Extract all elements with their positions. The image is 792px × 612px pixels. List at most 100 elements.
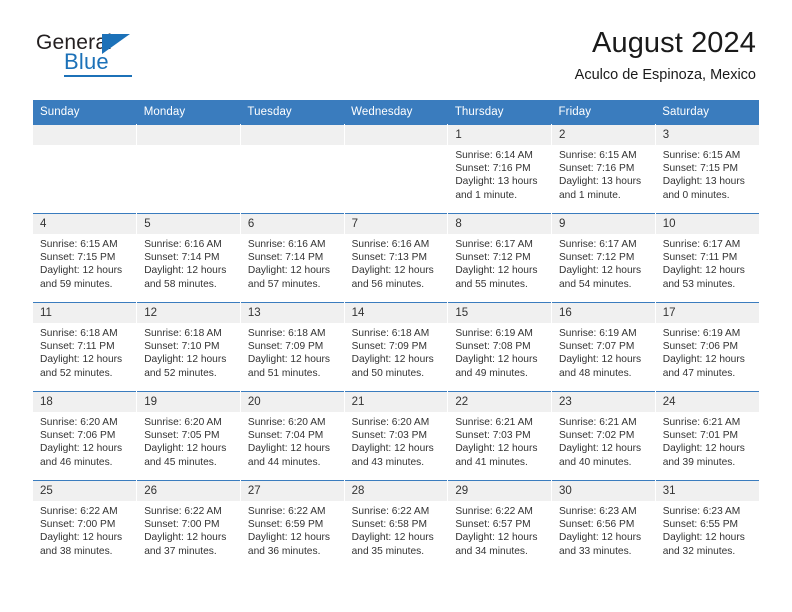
- calendar-day-cell[interactable]: 11 Sunrise: 6:18 AM Sunset: 7:11 PM Dayligh…: [33, 302, 138, 392]
- day-detail-line: Daylight: 12 hours: [40, 532, 123, 544]
- day-number: 24: [655, 392, 759, 412]
- day-detail-line: Sunset: 7:15 PM: [40, 252, 116, 264]
- calendar-day-cell[interactable]: 30 Sunrise: 6:23 AM Sunset: 6:56 PM Dayligh…: [551, 480, 656, 570]
- day-detail-line: and 1 minute.: [559, 189, 621, 201]
- day-detail-line: Sunrise: 6:16 AM: [247, 239, 326, 250]
- calendar-day-cell-empty: [33, 124, 138, 214]
- day-number: 26: [137, 481, 240, 501]
- day-details: Sunrise: 6:16 AM Sunset: 7:14 PM Daylight:…: [241, 234, 344, 291]
- day-detail-line: and 51 minutes.: [247, 367, 321, 379]
- calendar-day-cell[interactable]: 18 Sunrise: 6:20 AM Sunset: 7:06 PM Dayligh…: [33, 391, 138, 481]
- day-details: Sunrise: 6:20 AM Sunset: 7:03 PM Daylight:…: [345, 412, 448, 469]
- day-details: Sunrise: 6:22 AM Sunset: 7:00 PM Daylight:…: [137, 501, 240, 558]
- day-details: Sunrise: 6:22 AM Sunset: 6:59 PM Daylight:…: [241, 501, 344, 558]
- weekday-header-sunday: Sunday: [33, 100, 137, 125]
- day-detail-line: Sunrise: 6:19 AM: [455, 328, 533, 339]
- calendar-day-cell[interactable]: 28 Sunrise: 6:22 AM Sunset: 6:58 PM Dayligh…: [344, 480, 449, 570]
- day-number: 6: [240, 214, 344, 234]
- day-detail-line: Daylight: 12 hours: [559, 354, 642, 366]
- calendar-day-cell[interactable]: 26 Sunrise: 6:22 AM Sunset: 7:00 PM Dayligh…: [136, 480, 241, 570]
- day-detail-line: Sunset: 7:10 PM: [144, 341, 220, 353]
- day-detail-line: and 37 minutes.: [144, 545, 217, 557]
- calendar-day-cell[interactable]: 31 Sunrise: 6:23 AM Sunset: 6:55 PM Dayligh…: [655, 480, 759, 570]
- calendar-day-cell-empty: [136, 124, 241, 214]
- calendar-day-cell[interactable]: 21 Sunrise: 6:20 AM Sunset: 7:03 PM Dayligh…: [344, 391, 449, 481]
- day-detail-line: and 47 minutes.: [662, 367, 736, 379]
- day-detail-line: Daylight: 12 hours: [662, 265, 745, 277]
- calendar-day-cell[interactable]: 19 Sunrise: 6:20 AM Sunset: 7:05 PM Dayligh…: [136, 391, 241, 481]
- calendar-day-cell[interactable]: 25 Sunrise: 6:22 AM Sunset: 7:00 PM Dayligh…: [33, 480, 138, 570]
- day-details: Sunrise: 6:19 AM Sunset: 7:08 PM Daylight:…: [448, 323, 551, 380]
- day-detail-line: Sunrise: 6:21 AM: [662, 417, 741, 428]
- calendar-day-cell[interactable]: 4 Sunrise: 6:15 AM Sunset: 7:15 PM Daylight…: [33, 213, 138, 303]
- calendar-day-cell[interactable]: 15 Sunrise: 6:19 AM Sunset: 7:08 PM Dayligh…: [447, 302, 553, 392]
- day-detail-line: Sunrise: 6:17 AM: [455, 239, 533, 250]
- day-detail-line: Sunset: 7:09 PM: [351, 341, 427, 353]
- day-detail-line: Sunset: 7:07 PM: [559, 341, 635, 353]
- day-number: [137, 125, 240, 145]
- day-detail-line: Sunset: 7:00 PM: [40, 519, 116, 531]
- day-detail-line: Sunset: 6:57 PM: [455, 519, 531, 531]
- calendar-day-cell[interactable]: 3 Sunrise: 6:15 AM Sunset: 7:15 PM Daylight…: [655, 124, 759, 214]
- weekday-header-row: Sunday Monday Tuesday Wednesday Thursday…: [33, 100, 759, 125]
- calendar-day-cell[interactable]: 10 Sunrise: 6:17 AM Sunset: 7:11 PM Dayligh…: [655, 213, 759, 303]
- day-number: 14: [344, 303, 448, 323]
- day-detail-line: Daylight: 12 hours: [662, 354, 745, 366]
- calendar-day-cell[interactable]: 23 Sunrise: 6:21 AM Sunset: 7:02 PM Dayligh…: [551, 391, 656, 481]
- day-detail-line: Daylight: 12 hours: [40, 443, 123, 455]
- calendar-day-cell-empty: [240, 124, 345, 214]
- day-detail-line: Sunrise: 6:23 AM: [559, 506, 637, 517]
- day-detail-line: Sunrise: 6:22 AM: [351, 506, 430, 517]
- calendar-day-cell[interactable]: 17 Sunrise: 6:19 AM Sunset: 7:06 PM Dayligh…: [655, 302, 759, 392]
- day-details: Sunrise: 6:22 AM Sunset: 6:57 PM Daylight:…: [448, 501, 551, 558]
- calendar-day-cell[interactable]: 29 Sunrise: 6:22 AM Sunset: 6:57 PM Dayligh…: [447, 480, 553, 570]
- calendar-day-cell[interactable]: 1 Sunrise: 6:14 AM Sunset: 7:16 PM Daylight…: [447, 124, 553, 214]
- day-detail-line: Sunrise: 6:15 AM: [40, 239, 118, 250]
- calendar-day-cell[interactable]: 12 Sunrise: 6:18 AM Sunset: 7:10 PM Dayligh…: [136, 302, 241, 392]
- day-detail-line: Sunset: 7:00 PM: [144, 519, 220, 531]
- calendar-day-cell[interactable]: 9 Sunrise: 6:17 AM Sunset: 7:12 PM Daylight…: [551, 213, 656, 303]
- calendar-day-cell[interactable]: 16 Sunrise: 6:19 AM Sunset: 7:07 PM Dayligh…: [551, 302, 656, 392]
- title-block: August 2024 Aculco de Espinoza, Mexico: [575, 26, 756, 85]
- calendar-day-cell[interactable]: 8 Sunrise: 6:17 AM Sunset: 7:12 PM Daylight…: [447, 213, 553, 303]
- day-detail-line: Sunrise: 6:16 AM: [144, 239, 222, 250]
- day-number: 5: [137, 214, 240, 234]
- day-detail-line: and 49 minutes.: [455, 367, 528, 379]
- day-number: [33, 125, 137, 145]
- day-detail-line: Daylight: 12 hours: [559, 265, 642, 277]
- day-detail-line: and 52 minutes.: [144, 367, 217, 379]
- day-number: 15: [448, 303, 552, 323]
- calendar-day-cell[interactable]: 27 Sunrise: 6:22 AM Sunset: 6:59 PM Dayligh…: [240, 480, 345, 570]
- day-details: Sunrise: 6:16 AM Sunset: 7:13 PM Daylight:…: [345, 234, 448, 291]
- calendar-day-cell[interactable]: 5 Sunrise: 6:16 AM Sunset: 7:14 PM Daylight…: [136, 213, 241, 303]
- day-details: Sunrise: 6:20 AM Sunset: 7:06 PM Daylight:…: [33, 412, 136, 469]
- calendar-day-cell[interactable]: 24 Sunrise: 6:21 AM Sunset: 7:01 PM Dayligh…: [655, 391, 759, 481]
- day-details: Sunrise: 6:21 AM Sunset: 7:02 PM Daylight:…: [552, 412, 655, 469]
- day-number: 23: [552, 392, 655, 412]
- weekday-header-friday: Friday: [551, 100, 656, 125]
- calendar-day-cell[interactable]: 14 Sunrise: 6:18 AM Sunset: 7:09 PM Dayligh…: [344, 302, 449, 392]
- calendar-day-cell[interactable]: 6 Sunrise: 6:16 AM Sunset: 7:14 PM Daylight…: [240, 213, 345, 303]
- calendar-day-cell[interactable]: 22 Sunrise: 6:21 AM Sunset: 7:03 PM Dayligh…: [447, 391, 553, 481]
- calendar-day-cell[interactable]: 2 Sunrise: 6:15 AM Sunset: 7:16 PM Daylight…: [551, 124, 656, 214]
- day-detail-line: Sunset: 6:59 PM: [247, 519, 324, 531]
- day-number: 27: [240, 481, 344, 501]
- general-blue-logo: General Blue: [36, 31, 166, 81]
- calendar-day-cell[interactable]: 20 Sunrise: 6:20 AM Sunset: 7:04 PM Dayligh…: [240, 391, 345, 481]
- day-detail-line: Daylight: 13 hours: [559, 176, 642, 188]
- day-details: Sunrise: 6:18 AM Sunset: 7:09 PM Daylight:…: [241, 323, 344, 380]
- calendar-day-cell[interactable]: 7 Sunrise: 6:16 AM Sunset: 7:13 PM Daylight…: [344, 213, 449, 303]
- day-details: Sunrise: 6:18 AM Sunset: 7:11 PM Daylight:…: [33, 323, 136, 380]
- day-details: Sunrise: 6:21 AM Sunset: 7:01 PM Daylight:…: [656, 412, 759, 469]
- day-number: 8: [448, 214, 552, 234]
- day-details: [137, 145, 240, 149]
- day-number: 19: [137, 392, 240, 412]
- day-details: Sunrise: 6:17 AM Sunset: 7:11 PM Daylight:…: [656, 234, 759, 291]
- day-details: Sunrise: 6:14 AM Sunset: 7:16 PM Daylight:…: [448, 145, 551, 202]
- day-detail-line: Daylight: 12 hours: [559, 443, 642, 455]
- day-detail-line: Daylight: 12 hours: [351, 265, 434, 277]
- calendar-day-cell[interactable]: 13 Sunrise: 6:18 AM Sunset: 7:09 PM Dayligh…: [240, 302, 345, 392]
- day-detail-line: Daylight: 12 hours: [247, 532, 331, 544]
- day-detail-line: and 48 minutes.: [559, 367, 632, 379]
- day-detail-line: Daylight: 12 hours: [247, 443, 331, 455]
